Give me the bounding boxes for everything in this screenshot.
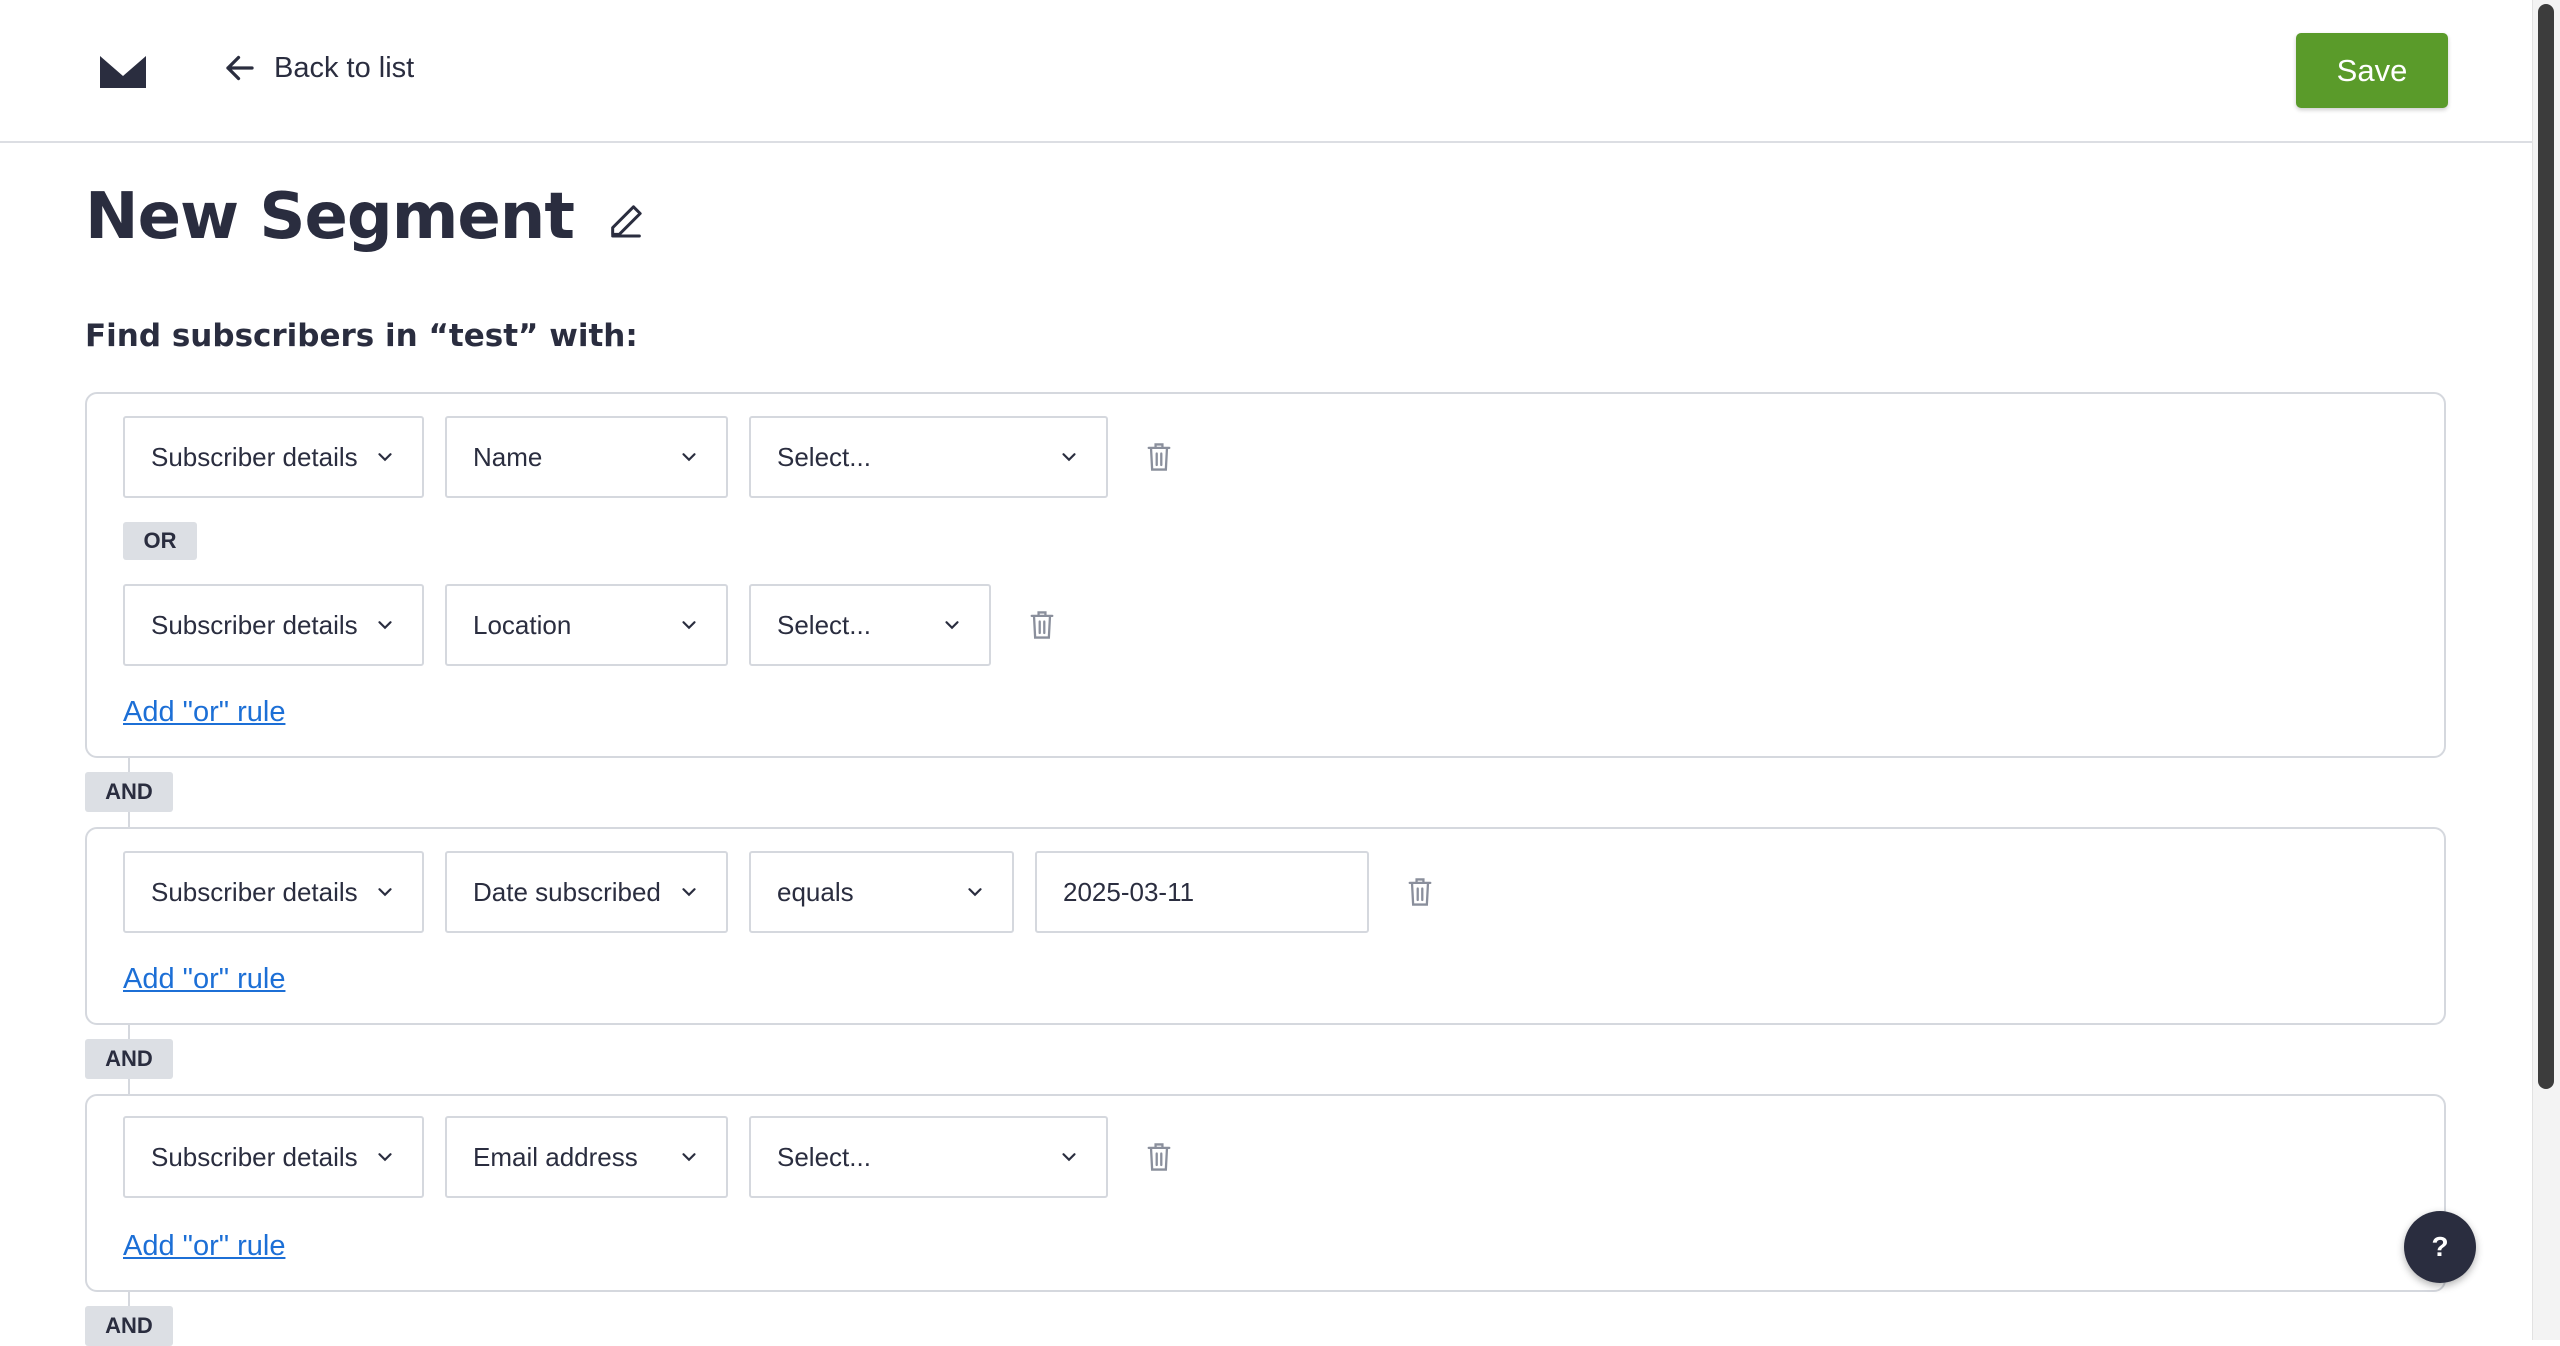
category-select[interactable]: Subscriber details	[123, 1116, 424, 1198]
operator-select-value: Select...	[777, 609, 871, 640]
and-badge: AND	[85, 772, 173, 812]
trash-icon[interactable]	[1145, 1141, 1173, 1173]
category-select-value: Subscriber details	[151, 441, 358, 472]
rule-group: Subscriber details Email address Select.…	[85, 1094, 2446, 1292]
scrollbar-thumb[interactable]	[2538, 4, 2554, 1089]
category-select[interactable]: Subscriber details	[123, 584, 424, 666]
top-bar: Back to list Save	[0, 0, 2532, 143]
rule-row: Subscriber details Email address Select.…	[123, 1116, 1173, 1198]
field-select[interactable]: Name	[445, 416, 728, 498]
category-select-value: Subscriber details	[151, 876, 358, 907]
page-title: New Segment	[85, 180, 575, 254]
chevron-down-icon	[378, 888, 392, 897]
arrow-left-icon	[226, 55, 254, 81]
operator-select[interactable]: Select...	[749, 416, 1108, 498]
category-select[interactable]: Subscriber details	[123, 851, 424, 933]
chevron-down-icon	[1062, 453, 1076, 462]
trash-icon[interactable]	[1028, 609, 1056, 641]
field-select-value: Date subscribed	[473, 876, 661, 907]
operator-select-value: equals	[777, 876, 854, 907]
add-or-rule-link[interactable]: Add "or" rule	[123, 963, 285, 996]
field-select-value: Name	[473, 441, 543, 472]
back-to-list-label: Back to list	[274, 51, 415, 84]
rule-group: Subscriber details Date subscribed equal…	[85, 827, 2446, 1025]
operator-select-value: Select...	[777, 1141, 871, 1172]
chevron-down-icon	[378, 453, 392, 462]
category-select[interactable]: Subscriber details	[123, 416, 424, 498]
page-title-row: New Segment	[85, 180, 646, 254]
rule-row: Subscriber details Name Select...	[123, 416, 1173, 498]
operator-select[interactable]: equals	[749, 851, 1014, 933]
field-select[interactable]: Location	[445, 584, 728, 666]
category-select-value: Subscriber details	[151, 609, 358, 640]
chevron-down-icon	[682, 453, 696, 462]
and-badge: AND	[85, 1039, 173, 1079]
chevron-down-icon	[682, 621, 696, 630]
operator-select-value: Select...	[777, 441, 871, 472]
chevron-down-icon	[682, 888, 696, 897]
add-or-rule-link[interactable]: Add "or" rule	[123, 696, 285, 729]
trash-icon[interactable]	[1406, 876, 1434, 908]
chevron-down-icon	[378, 621, 392, 630]
segment-subtitle: Find subscribers in “test” with:	[85, 318, 638, 354]
operator-select[interactable]: Select...	[749, 584, 991, 666]
back-to-list-link[interactable]: Back to list	[222, 50, 414, 86]
date-value-input[interactable]	[1035, 851, 1369, 933]
field-select[interactable]: Email address	[445, 1116, 728, 1198]
rule-row: Subscriber details Location Select...	[123, 584, 1056, 666]
or-badge: OR	[123, 522, 197, 560]
chevron-down-icon	[1062, 1153, 1076, 1162]
field-select[interactable]: Date subscribed	[445, 851, 728, 933]
chevron-down-icon	[945, 621, 959, 630]
chevron-down-icon	[968, 888, 982, 897]
pencil-edit-icon[interactable]	[606, 201, 646, 241]
field-select-value: Location	[473, 609, 572, 640]
chevron-down-icon	[378, 1153, 392, 1162]
operator-select[interactable]: Select...	[749, 1116, 1108, 1198]
add-or-rule-link[interactable]: Add "or" rule	[123, 1230, 285, 1263]
rule-row: Subscriber details Date subscribed equal…	[123, 851, 1434, 933]
envelope-logo-icon[interactable]	[100, 56, 146, 88]
trash-icon[interactable]	[1145, 441, 1173, 473]
and-badge: AND	[85, 1306, 173, 1346]
help-button[interactable]: ?	[2404, 1211, 2476, 1283]
rule-group: Subscriber details Name Select... OR Sub…	[85, 392, 2446, 758]
field-select-value: Email address	[473, 1141, 638, 1172]
category-select-value: Subscriber details	[151, 1141, 358, 1172]
chevron-down-icon	[682, 1153, 696, 1162]
save-button[interactable]: Save	[2296, 33, 2448, 108]
